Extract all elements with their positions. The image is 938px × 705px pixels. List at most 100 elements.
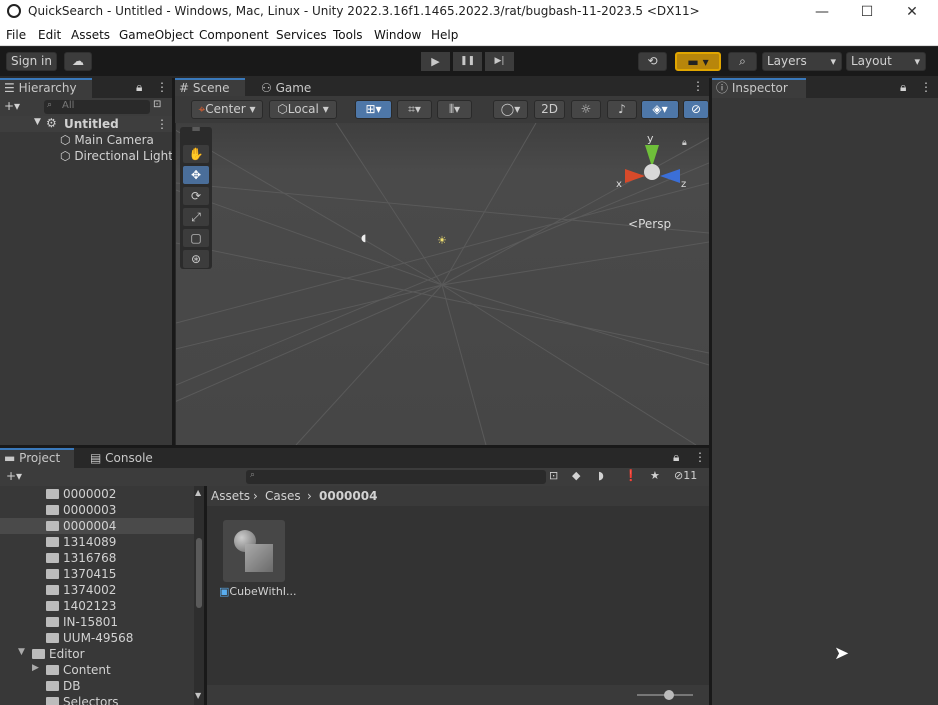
expand-arrow-icon[interactable]: ▼ xyxy=(18,647,25,657)
breadcrumb-cases[interactable]: Cases xyxy=(265,489,301,503)
camera-gizmo-icon[interactable]: ◖ xyxy=(361,233,366,244)
hierarchy-item-main-camera[interactable]: ⬡ Main Camera xyxy=(60,133,154,147)
tree-item[interactable]: 1314089 xyxy=(0,534,194,550)
tree-item[interactable]: IN-15801 xyxy=(0,614,194,630)
tab-scene[interactable]: # Scene xyxy=(175,78,245,98)
add-button[interactable]: +▾ xyxy=(4,99,20,113)
panel-divider[interactable] xyxy=(172,78,175,446)
tab-hierarchy[interactable]: ☰ Hierarchy xyxy=(0,78,92,98)
audio-toggle[interactable]: ♪ xyxy=(607,100,637,119)
scroll-up-icon[interactable]: ▲ xyxy=(195,488,201,497)
more-options-icon[interactable]: ⋮ xyxy=(694,450,706,464)
search-icon[interactable]: ⌕ xyxy=(728,52,757,71)
more-options-icon[interactable]: ⋮ xyxy=(920,80,932,94)
effects-dropdown[interactable]: ◈▾ xyxy=(641,100,679,119)
project-search-input[interactable]: ⌕ xyxy=(246,470,546,484)
tree-item[interactable]: Selectors xyxy=(0,694,194,705)
favorites-star-icon[interactable]: ★ xyxy=(650,469,660,482)
tree-item[interactable]: 1402123 xyxy=(0,598,194,614)
filter-by-label-icon[interactable]: ◗ xyxy=(598,469,604,482)
menu-help[interactable]: Help xyxy=(431,28,458,42)
layout-dropdown[interactable]: Layout xyxy=(846,52,926,71)
tree-scrollbar[interactable]: ▲ ▼ xyxy=(194,486,204,705)
menu-edit[interactable]: Edit xyxy=(38,28,61,42)
tab-game[interactable]: ⚇ Game xyxy=(257,78,317,98)
light-gizmo-icon[interactable]: ☀ xyxy=(437,234,447,247)
tree-item[interactable]: 1316768 xyxy=(0,550,194,566)
zoom-slider-thumb[interactable] xyxy=(664,690,674,700)
scene-menu-icon[interactable]: ⋮ xyxy=(156,117,168,131)
lighting-toggle[interactable]: ☼ xyxy=(571,100,601,119)
tree-item[interactable]: 1370415 xyxy=(0,566,194,582)
axis-x-cone[interactable] xyxy=(625,169,645,183)
lock-icon[interactable]: 🔒︎ xyxy=(673,450,679,465)
menu-tools[interactable]: Tools xyxy=(333,28,363,42)
tree-item[interactable]: ▼ Editor xyxy=(0,646,194,662)
transform-tool-icon[interactable]: ⊛ xyxy=(183,250,209,268)
scene-row[interactable]: ▼ ⚙ Untitled ⋮ xyxy=(0,116,172,132)
menu-services[interactable]: Services xyxy=(276,28,327,42)
tree-item[interactable]: 0000004 xyxy=(0,518,194,534)
menu-component[interactable]: Component xyxy=(199,28,269,42)
tree-item[interactable]: 0000003 xyxy=(0,502,194,518)
hand-tool-icon[interactable]: ✋ xyxy=(183,145,209,163)
maximize-button[interactable]: ☐ xyxy=(857,2,877,22)
increment-snap-button[interactable]: ⌗▾ xyxy=(397,100,432,119)
asset-thumbnail[interactable] xyxy=(223,520,285,582)
scene-gizmo[interactable]: y x z 🔒︎ xyxy=(616,131,687,201)
breadcrumb-current[interactable]: 0000004 xyxy=(319,489,377,503)
expand-arrow-icon[interactable]: ▶ xyxy=(32,663,39,673)
collab-button[interactable]: ▬ ▾ xyxy=(675,52,721,71)
rect-tool-icon[interactable]: ▢ xyxy=(183,229,209,247)
hierarchy-search-input[interactable]: ⌕ All xyxy=(44,100,150,114)
pivot-dropdown[interactable]: ⌖Center ▾ xyxy=(191,100,263,119)
tab-inspector[interactable]: ⓘ Inspector xyxy=(712,78,806,98)
menu-window[interactable]: Window xyxy=(374,28,421,42)
search-mode-icon[interactable]: ⊡ xyxy=(153,99,161,110)
axis-z-cone[interactable] xyxy=(660,169,680,183)
gizmo-center[interactable] xyxy=(644,164,660,180)
hierarchy-item-directional-light[interactable]: ⬡ Directional Light xyxy=(60,149,173,163)
rotate-tool-icon[interactable]: ⟳ xyxy=(183,187,209,205)
sign-in-button[interactable]: Sign in xyxy=(6,52,57,71)
gizmo-lock-icon[interactable]: 🔒︎ xyxy=(682,138,687,148)
search-mode-icon[interactable]: ⊡ xyxy=(549,469,558,482)
warning-icon[interactable]: ❗ xyxy=(624,469,638,482)
lock-icon[interactable]: 🔒︎ xyxy=(900,80,906,95)
tab-console[interactable]: ▤ Console xyxy=(86,448,156,468)
filter-by-type-icon[interactable]: ◆ xyxy=(572,469,580,482)
persp-label[interactable]: <Persp xyxy=(628,217,671,231)
tree-item[interactable]: DB xyxy=(0,678,194,694)
scene-viewport[interactable]: ═ ✋ ✥ ⟳ ⤢ ▢ ⊛ y x z 🔒︎ <Persp ◖ ☀ xyxy=(176,123,709,445)
expand-arrow-icon[interactable]: ▼ xyxy=(34,117,41,127)
breadcrumb-assets[interactable]: Assets xyxy=(211,489,250,503)
asset-item[interactable]: ▣CubeWithI... xyxy=(219,585,297,598)
space-dropdown[interactable]: ⬡Local ▾ xyxy=(269,100,337,119)
add-button[interactable]: +▾ xyxy=(6,469,22,483)
tree-scrollbar-thumb[interactable] xyxy=(196,538,202,608)
tree-item[interactable]: ▶ Content xyxy=(0,662,194,678)
grid-snap-toggle[interactable]: ⊞▾ xyxy=(355,100,392,119)
tree-item[interactable]: UUM-49568 xyxy=(0,630,194,646)
menu-gameobject[interactable]: GameObject xyxy=(119,28,194,42)
close-button[interactable]: ✕ xyxy=(902,2,922,22)
lock-icon[interactable]: 🔒︎ xyxy=(136,80,142,95)
draw-mode-dropdown[interactable]: ◯▾ xyxy=(493,100,528,119)
more-options-icon[interactable]: ⋮ xyxy=(156,80,168,94)
pause-button[interactable]: ❚❚ xyxy=(453,52,482,71)
step-button[interactable]: ▶| xyxy=(485,52,514,71)
scene-menu-icon[interactable]: ⋮ xyxy=(692,79,704,93)
tree-item[interactable]: 1374002 xyxy=(0,582,194,598)
scroll-down-icon[interactable]: ▼ xyxy=(195,691,201,700)
menu-file[interactable]: File xyxy=(6,28,26,42)
2d-toggle[interactable]: 2D xyxy=(534,100,565,119)
tree-item[interactable]: 0000002 xyxy=(0,486,194,502)
play-button[interactable]: ▶ xyxy=(421,52,450,71)
minimize-button[interactable]: — xyxy=(812,2,832,22)
menu-assets[interactable]: Assets xyxy=(71,28,110,42)
cloud-icon[interactable]: ☁ xyxy=(64,52,92,71)
scale-tool-icon[interactable]: ⤢ xyxy=(183,208,209,226)
tab-project[interactable]: ▬ Project xyxy=(0,448,74,468)
history-icon[interactable]: ⟲ xyxy=(638,52,667,71)
align-button[interactable]: ⫴▾ xyxy=(437,100,472,119)
